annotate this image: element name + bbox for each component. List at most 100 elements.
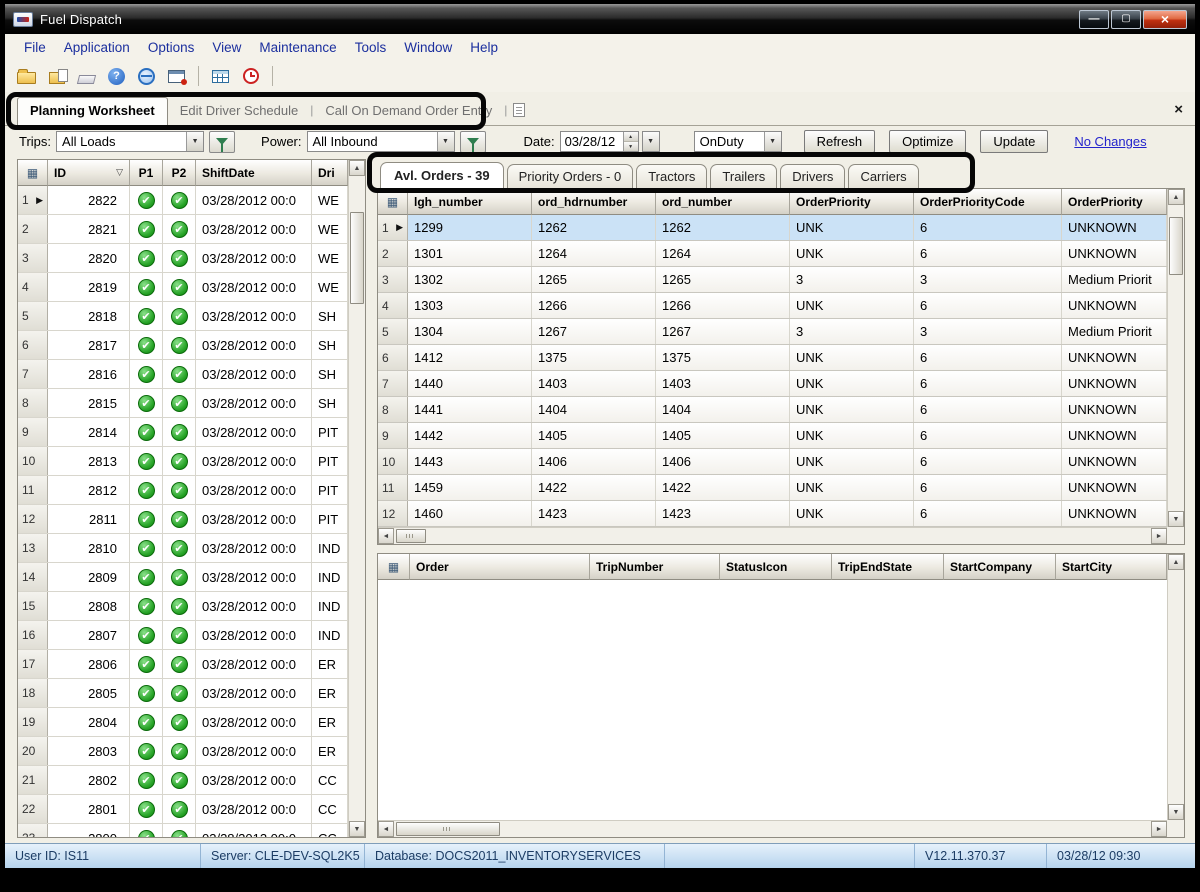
shifts-grid-corner[interactable]: ▦ [18,160,48,186]
column-header-lgh-number-0[interactable]: lgh_number [408,189,532,215]
scroll-down-button[interactable]: ▼ [1168,511,1184,527]
refresh-button[interactable]: Refresh [804,130,876,153]
power-combo-dropdown-icon[interactable]: ▼ [437,132,454,151]
column-header-startcity[interactable]: StartCity [1056,554,1167,580]
shift-row[interactable]: 172806✔✔03/28/2012 00:0ER [18,650,348,679]
scrollbar-thumb[interactable] [1169,217,1183,275]
scrollbar-track[interactable] [394,528,1151,544]
trips-combo[interactable]: All Loads ▼ [56,131,204,152]
maximize-button[interactable]: ▢ [1111,10,1141,29]
tab-tractors[interactable]: Tractors [636,164,707,189]
trips-grid-hscroll[interactable]: ◄ ► [378,820,1167,837]
shift-row[interactable]: 82815✔✔03/28/2012 00:0SH [18,389,348,418]
tab-avl-orders-39[interactable]: Avl. Orders - 39 [380,162,504,189]
shift-row[interactable]: 202803✔✔03/28/2012 00:0ER [18,737,348,766]
column-header-orderpriority-3[interactable]: OrderPriority [790,189,914,215]
shift-row[interactable]: 232800✔✔03/28/2012 00:0CC [18,824,348,837]
order-row[interactable]: 8144114041404UNK6UNKNOWN [378,397,1167,423]
new-window-button[interactable] [163,64,190,89]
shift-row[interactable]: 42819✔✔03/28/2012 00:0WE [18,273,348,302]
folder-page-button[interactable] [43,64,70,89]
shift-row[interactable]: 192804✔✔03/28/2012 00:0ER [18,708,348,737]
column-header-p1[interactable]: P1 [130,160,163,186]
help-button[interactable] [103,64,130,89]
order-row[interactable]: 6141213751375UNK6UNKNOWN [378,345,1167,371]
menu-view[interactable]: View [203,37,250,58]
order-row[interactable]: 11145914221422UNK6UNKNOWN [378,475,1167,501]
tab-drivers[interactable]: Drivers [780,164,845,189]
column-header-shiftdate[interactable]: ShiftDate [196,160,312,186]
shift-row[interactable]: 1▶2822✔✔03/28/2012 00:0WE [18,186,348,215]
tab-priority-orders-0[interactable]: Priority Orders - 0 [507,164,634,189]
shifts-grid-vscroll[interactable]: ▲ ▼ [348,160,365,837]
web-button[interactable] [133,64,160,89]
scroll-up-button[interactable]: ▲ [1168,189,1184,205]
shift-row[interactable]: 32820✔✔03/28/2012 00:0WE [18,244,348,273]
duty-status-combo[interactable]: OnDuty ▼ [694,131,782,152]
clock-button[interactable] [237,64,264,89]
menu-window[interactable]: Window [395,37,461,58]
tab-edit-driver-schedule[interactable]: Edit Driver Schedule [168,98,311,125]
scroll-down-button[interactable]: ▼ [1168,804,1184,820]
tab-planning-worksheet[interactable]: Planning Worksheet [17,97,168,126]
tab-call-on-demand-order-entry[interactable]: Call On Demand Order Entry [313,98,504,125]
shift-row[interactable]: 62817✔✔03/28/2012 00:0SH [18,331,348,360]
orders-grid-hscroll[interactable]: ◄ ► [378,527,1167,544]
order-row[interactable]: 2130112641264UNK6UNKNOWN [378,241,1167,267]
column-header-driver[interactable]: Dri [312,160,348,186]
tab-close-icon[interactable]: × [1174,102,1183,117]
scrollbar-track[interactable] [394,821,1151,837]
shift-row[interactable]: 92814✔✔03/28/2012 00:0PIT [18,418,348,447]
trips-filter-button[interactable] [209,131,235,153]
no-changes-link[interactable]: No Changes [1074,134,1146,149]
orders-grid-vscroll[interactable]: ▲ ▼ [1167,189,1184,527]
orders-grid-corner[interactable]: ▦ [378,189,408,215]
power-filter-button[interactable] [460,131,486,153]
order-row[interactable]: 313021265126533Medium Priorit [378,267,1167,293]
column-header-statusicon[interactable]: StatusIcon [720,554,832,580]
date-spin-up-button[interactable]: ▲ [624,132,638,142]
shift-row[interactable]: 122811✔✔03/28/2012 00:0PIT [18,505,348,534]
order-row[interactable]: 513041267126733Medium Priorit [378,319,1167,345]
column-header-ord-hdrnumber-1[interactable]: ord_hdrnumber [532,189,656,215]
menu-help[interactable]: Help [461,37,507,58]
column-header-orderpriority-5[interactable]: OrderPriority [1062,189,1167,215]
date-field[interactable]: 03/28/12 ▲ ▼ [560,131,639,152]
tab-carriers[interactable]: Carriers [848,164,918,189]
scrollbar-thumb[interactable] [396,822,500,836]
shift-row[interactable]: 22821✔✔03/28/2012 00:0WE [18,215,348,244]
trips-combo-dropdown-icon[interactable]: ▼ [186,132,203,151]
shift-row[interactable]: 132810✔✔03/28/2012 00:0IND [18,534,348,563]
scroll-down-button[interactable]: ▼ [349,821,365,837]
tab-list-icon[interactable] [513,103,525,117]
shift-row[interactable]: 212802✔✔03/28/2012 00:0CC [18,766,348,795]
tab-trailers[interactable]: Trailers [710,164,777,189]
menu-tools[interactable]: Tools [346,37,396,58]
duty-combo-dropdown-icon[interactable]: ▼ [764,132,781,151]
shift-row[interactable]: 142809✔✔03/28/2012 00:0IND [18,563,348,592]
shift-row[interactable]: 222801✔✔03/28/2012 00:0CC [18,795,348,824]
shift-row[interactable]: 152808✔✔03/28/2012 00:0IND [18,592,348,621]
date-dropdown-button[interactable]: ▼ [642,131,660,152]
order-row[interactable]: 10144314061406UNK6UNKNOWN [378,449,1167,475]
order-row[interactable]: 1▶129912621262UNK6UNKNOWN [378,215,1167,241]
order-row[interactable]: 12146014231423UNK6UNKNOWN [378,501,1167,527]
column-header-startcompany[interactable]: StartCompany [944,554,1056,580]
trips-grid-vscroll[interactable]: ▲ ▼ [1167,554,1184,820]
scrollbar-track[interactable] [349,176,365,821]
column-header-tripendstate[interactable]: TripEndState [832,554,944,580]
column-header-tripnumber[interactable]: TripNumber [590,554,720,580]
eraser-button[interactable] [73,64,100,89]
scrollbar-thumb[interactable] [350,212,364,304]
date-spin-down-button[interactable]: ▼ [624,142,638,151]
shift-row[interactable]: 52818✔✔03/28/2012 00:0SH [18,302,348,331]
column-header-order[interactable]: Order [410,554,590,580]
column-header-p2[interactable]: P2 [163,160,196,186]
menu-maintenance[interactable]: Maintenance [250,37,345,58]
scroll-right-button[interactable]: ► [1151,528,1167,544]
column-header-ord-number-2[interactable]: ord_number [656,189,790,215]
power-combo[interactable]: All Inbound ▼ [307,131,455,152]
column-header-id[interactable]: ID▽ [48,160,130,186]
order-row[interactable]: 4130312661266UNK6UNKNOWN [378,293,1167,319]
menu-file[interactable]: File [15,37,55,58]
